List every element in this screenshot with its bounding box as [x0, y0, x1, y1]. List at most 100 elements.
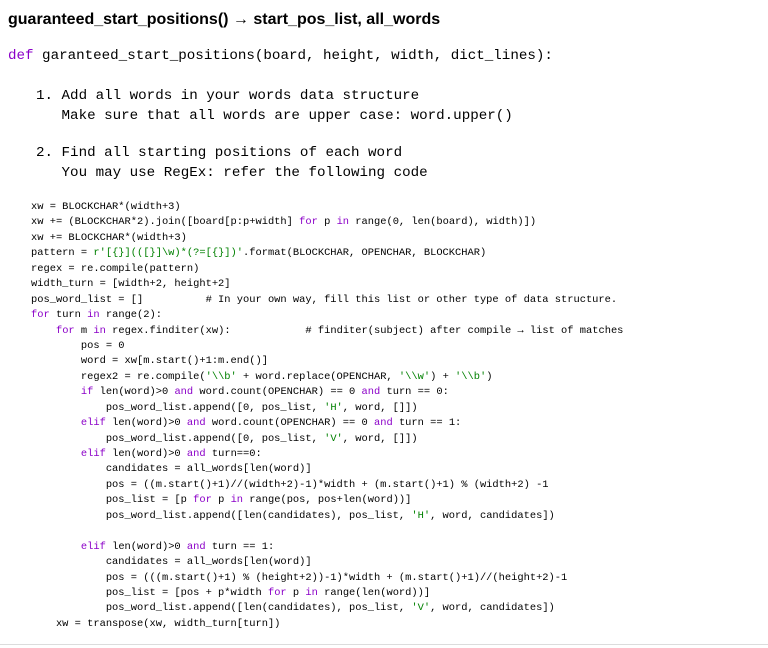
code-line: pos_list = [p for p in range(pos, pos+le…: [31, 493, 623, 508]
code-line: for m in regex.finditer(xw): # finditer(…: [31, 324, 623, 339]
code-string: 'V': [411, 602, 431, 615]
code-keyword: and: [186, 417, 206, 430]
step-2-line-1: 2. Find all starting positions of each w…: [36, 145, 403, 161]
code-text: range(pos, pos+len(word))]: [243, 494, 412, 507]
code-text: range(len(word))]: [317, 586, 431, 599]
code-text: len(word)>0: [105, 417, 187, 430]
code-line: xw = transpose(xw, width_turn[turn]): [31, 617, 623, 632]
code-string: '\\w': [398, 370, 431, 383]
code-text: pos_word_list.append([len(candidates), p…: [31, 602, 412, 615]
code-line: pattern = r'[{}](([}]\w)*(?=[{}])'.forma…: [31, 246, 623, 261]
code-keyword: and: [186, 540, 206, 553]
code-line: ​: [31, 524, 623, 539]
code-text: ): [486, 370, 493, 383]
code-line: pos_word_list.append([0, pos_list, 'H', …: [31, 401, 623, 416]
code-string: 'H': [324, 401, 343, 414]
code-line: xw += (BLOCKCHAR*2).join([board[p:p+widt…: [31, 215, 623, 230]
code-keyword: and: [361, 386, 381, 399]
code-line: for turn in range(2):: [31, 308, 623, 323]
code-line: regex2 = re.compile('\\b' + word.replace…: [31, 370, 623, 385]
step-1: 1. Add all words in your words data stru…: [36, 86, 513, 126]
code-keyword: in: [87, 309, 100, 322]
document-page: guaranteed_start_positions() → start_pos…: [0, 0, 768, 648]
code-text: p: [317, 216, 337, 229]
step-1-line-1: 1. Add all words in your words data stru…: [36, 88, 420, 104]
section-heading: guaranteed_start_positions() → start_pos…: [8, 11, 441, 28]
code-text: , word, candidates]): [430, 602, 555, 615]
code-keyword: elif: [80, 417, 106, 430]
function-signature-text: garanteed_start_positions(board, height,…: [33, 48, 553, 64]
code-string: 'V': [324, 432, 343, 445]
code-text: pos_list = [p: [31, 494, 194, 507]
code-text: pos = 0: [31, 339, 125, 352]
code-text: pos_list = [pos + p*width: [31, 586, 268, 599]
code-text: xw = BLOCKCHAR*(width+3): [31, 201, 181, 213]
code-text: turn==0:: [205, 448, 262, 460]
code-text: xw = transpose(xw, width_turn[turn]): [31, 617, 281, 630]
code-text: pos_word_list = [] # In your own way, fi…: [31, 293, 618, 306]
code-line: elif len(word)>0 and word.count(OPENCHAR…: [31, 416, 623, 431]
code-text: turn == 1:: [205, 540, 275, 553]
code-line: elif len(word)>0 and turn == 1:: [31, 540, 623, 555]
code-line: pos = (((m.start()+1) % (height+2))-1)*w…: [31, 571, 623, 586]
code-text: pattern =: [31, 247, 94, 260]
code-string: '\\b': [205, 370, 237, 383]
code-keyword: in: [336, 216, 350, 229]
code-keyword: in: [305, 586, 318, 599]
code-keyword: elif: [80, 540, 106, 553]
code-text: pos = (((m.start()+1) % (height+2))-1)*w…: [31, 571, 568, 584]
code-text: ) +: [430, 370, 456, 383]
code-string: r'[{}](([}]\w)*(?=[{}])': [93, 247, 244, 260]
code-line: xw = BLOCKCHAR*(width+3): [31, 200, 623, 215]
bottom-divider: [0, 644, 768, 645]
code-text: .format(BLOCKCHAR, OPENCHAR, BLOCKCHAR): [243, 247, 487, 260]
code-text: , word, []]): [342, 401, 418, 414]
code-text: , word, []]): [342, 432, 418, 445]
def-keyword: def: [8, 48, 34, 64]
code-keyword: in: [230, 494, 244, 507]
code-text: xw += BLOCKCHAR*(width+3): [31, 231, 187, 244]
code-text: regex2 = re.compile(: [31, 370, 206, 383]
code-text: word = xw[m.start()+1:m.end()]: [31, 355, 268, 368]
code-text: p: [211, 494, 231, 507]
code-keyword: for: [267, 586, 287, 599]
code-line: pos_word_list.append([len(candidates), p…: [31, 509, 623, 524]
code-text: pos_word_list.append([0, pos_list,: [31, 432, 325, 445]
code-keyword: and: [186, 448, 206, 460]
code-line: width_turn = [width+2, height+2]: [31, 277, 623, 292]
code-text: candidates = all_words[len(word)]: [31, 463, 312, 476]
code-keyword: and: [174, 386, 194, 399]
step-1-line-2: Make sure that all words are upper case:…: [36, 108, 513, 124]
step-2-line-2: You may use RegEx: refer the following c…: [36, 165, 428, 181]
code-keyword: and: [373, 417, 393, 430]
code-text: word.count(OPENCHAR) == 0: [193, 386, 362, 399]
code-line: pos_list = [pos + p*width for p in range…: [31, 586, 623, 601]
code-text: regex = re.compile(pattern): [31, 262, 200, 275]
code-line: pos_word_list.append([0, pos_list, 'V', …: [31, 432, 623, 447]
step-2: 2. Find all starting positions of each w…: [36, 143, 428, 183]
code-line: if len(word)>0 and word.count(OPENCHAR) …: [31, 385, 623, 400]
code-text: turn == 0:: [380, 386, 449, 399]
code-line: pos = 0: [31, 339, 623, 354]
code-text: len(word)>0: [105, 540, 187, 553]
code-keyword: in: [93, 324, 106, 337]
code-keyword: if: [80, 386, 94, 399]
code-line: pos = ((m.start()+1)//(width+2)-1)*width…: [31, 478, 623, 493]
code-string: '\\b': [455, 370, 487, 383]
code-line: regex = re.compile(pattern): [31, 262, 623, 277]
code-text: width_turn = [width+2, height+2]: [31, 278, 231, 291]
code-text: , word, candidates]): [430, 509, 555, 522]
code-keyword: for: [55, 324, 75, 337]
code-text: candidates = all_words[len(word)]: [31, 556, 312, 569]
code-line: candidates = all_words[len(word)]: [31, 555, 623, 570]
code-text: pos_word_list.append([len(candidates), p…: [31, 509, 412, 522]
code-text: m: [74, 324, 94, 337]
code-text: len(word)>0: [93, 386, 175, 399]
code-text: p: [286, 586, 306, 599]
code-text: regex.finditer(xw): # finditer(subject) …: [105, 324, 624, 337]
code-line: pos_word_list = [] # In your own way, fi…: [31, 293, 623, 308]
code-keyword: for: [193, 494, 212, 507]
